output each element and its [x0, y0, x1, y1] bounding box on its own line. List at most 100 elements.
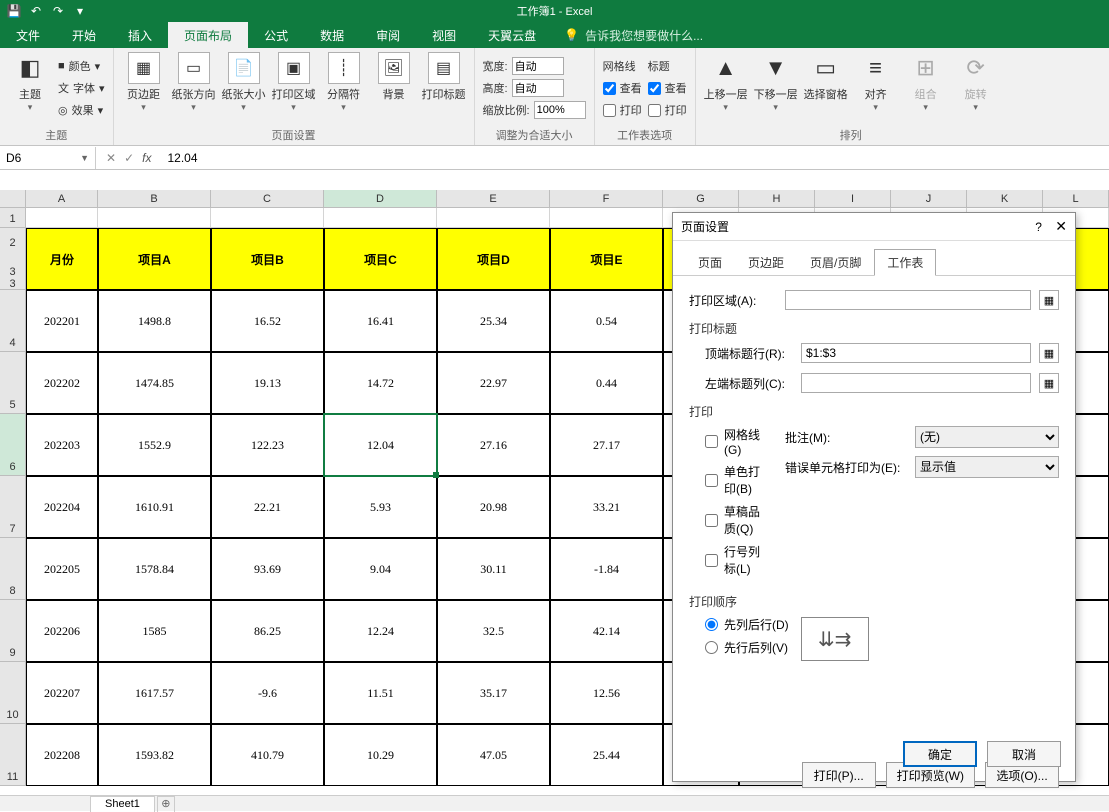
cell[interactable]: 33.21 [550, 476, 663, 538]
cell[interactable]: 122.23 [211, 414, 324, 476]
cell[interactable]: 202204 [26, 476, 98, 538]
dialog-close-icon[interactable]: ✕ [1055, 218, 1067, 234]
row-header[interactable]: 5 [0, 352, 26, 414]
cell[interactable]: 16.52 [211, 290, 324, 352]
cell[interactable]: 14.72 [324, 352, 437, 414]
add-sheet-button[interactable]: ⊕ [157, 796, 175, 812]
dialog-tab-header-footer[interactable]: 页眉/页脚 [797, 249, 874, 275]
breaks-button[interactable]: ┊分隔符 [322, 52, 366, 113]
colors-button[interactable]: ■颜色▾ [58, 56, 105, 76]
cell[interactable]: 12.56 [550, 662, 663, 724]
bw-check[interactable] [705, 474, 718, 487]
cell[interactable]: 22.21 [211, 476, 324, 538]
cancel-button[interactable]: 取消 [987, 741, 1061, 767]
orientation-button[interactable]: ▭纸张方向 [172, 52, 216, 113]
dialog-help-icon[interactable]: ? [1035, 220, 1042, 234]
col-header-G[interactable]: G [663, 190, 739, 207]
cell[interactable]: 20.98 [437, 476, 550, 538]
margins-button[interactable]: ▦页边距 [122, 52, 166, 113]
cell[interactable]: 1610.91 [98, 476, 211, 538]
col-header-D[interactable]: D [324, 190, 437, 207]
cell[interactable]: 1552.9 [98, 414, 211, 476]
cell[interactable]: 25.34 [437, 290, 550, 352]
cell[interactable]: 93.69 [211, 538, 324, 600]
tab-data[interactable]: 数据 [304, 22, 360, 48]
cell[interactable]: 1585 [98, 600, 211, 662]
select-all-corner[interactable] [0, 190, 26, 207]
cell[interactable]: 1474.85 [98, 352, 211, 414]
fonts-button[interactable]: 文字体▾ [58, 78, 105, 98]
cell[interactable]: 25.44 [550, 724, 663, 786]
cell[interactable]: 22.97 [437, 352, 550, 414]
cell[interactable]: 19.13 [211, 352, 324, 414]
tab-home[interactable]: 开始 [56, 22, 112, 48]
down-over-radio[interactable] [705, 618, 718, 631]
name-box-dropdown-icon[interactable]: ▼ [80, 153, 89, 163]
ok-button[interactable]: 确定 [903, 741, 977, 767]
cell[interactable]: 202202 [26, 352, 98, 414]
col-header-F[interactable]: F [550, 190, 663, 207]
cell[interactable]: 42.14 [550, 600, 663, 662]
cell[interactable]: 202206 [26, 600, 98, 662]
cell[interactable]: -9.6 [211, 662, 324, 724]
fx-icon[interactable]: fx [142, 151, 151, 165]
cell[interactable] [211, 208, 324, 228]
errors-select[interactable]: 显示值 [915, 456, 1059, 478]
col-header-C[interactable]: C [211, 190, 324, 207]
cell[interactable]: 35.17 [437, 662, 550, 724]
save-icon[interactable]: 💾 [6, 3, 22, 19]
cell[interactable]: 32.5 [437, 600, 550, 662]
cell[interactable]: 项目B [211, 228, 324, 290]
dialog-tab-sheet[interactable]: 工作表 [874, 249, 936, 276]
row-header[interactable]: 7 [0, 476, 26, 538]
dialog-tab-page[interactable]: 页面 [685, 249, 735, 275]
cell[interactable]: 27.16 [437, 414, 550, 476]
cell[interactable]: 0.54 [550, 290, 663, 352]
cell[interactable]: 9.04 [324, 538, 437, 600]
row-header[interactable]: 10 [0, 662, 26, 724]
cell[interactable] [98, 208, 211, 228]
cell[interactable]: 202205 [26, 538, 98, 600]
row-header[interactable]: 8 [0, 538, 26, 600]
cell[interactable] [550, 208, 663, 228]
tab-view[interactable]: 视图 [416, 22, 472, 48]
print-area-picker-icon[interactable]: ▦ [1039, 290, 1059, 310]
cell[interactable]: 1578.84 [98, 538, 211, 600]
cell[interactable]: 1498.8 [98, 290, 211, 352]
headings-view-check[interactable] [648, 82, 661, 95]
cell[interactable]: 202207 [26, 662, 98, 724]
effects-button[interactable]: ◎效果▾ [58, 100, 105, 120]
cell[interactable]: 410.79 [211, 724, 324, 786]
height-input[interactable] [512, 79, 564, 97]
cell[interactable] [26, 208, 98, 228]
left-cols-picker-icon[interactable]: ▦ [1039, 373, 1059, 393]
cell[interactable]: 16.41 [324, 290, 437, 352]
gridlines-view-check[interactable] [603, 82, 616, 95]
selection-pane-button[interactable]: ▭选择窗格 [804, 52, 848, 102]
col-header-H[interactable]: H [739, 190, 815, 207]
cell[interactable]: 30.11 [437, 538, 550, 600]
redo-icon[interactable]: ↷ [50, 3, 66, 19]
col-header-E[interactable]: E [437, 190, 550, 207]
bring-forward-button[interactable]: ▲上移一层 [704, 52, 748, 113]
gridlines-check[interactable] [705, 435, 718, 448]
tab-cloud[interactable]: 天翼云盘 [472, 22, 552, 48]
tell-me-search[interactable]: 💡 告诉我您想要做什么... [552, 22, 703, 48]
background-button[interactable]: 🖼背景 [372, 52, 416, 102]
tab-file[interactable]: 文件 [0, 22, 56, 48]
qat-dropdown-icon[interactable]: ▾ [72, 3, 88, 19]
cell[interactable] [437, 208, 550, 228]
tab-page-layout[interactable]: 页面布局 [168, 22, 248, 48]
formula-input[interactable]: 12.04 [161, 149, 1109, 167]
cell[interactable]: 0.44 [550, 352, 663, 414]
cell[interactable]: 11.51 [324, 662, 437, 724]
tab-insert[interactable]: 插入 [112, 22, 168, 48]
tab-formulas[interactable]: 公式 [248, 22, 304, 48]
dialog-title-bar[interactable]: 页面设置 ? ✕ [673, 213, 1075, 241]
cell[interactable]: 1617.57 [98, 662, 211, 724]
col-header-L[interactable]: L [1043, 190, 1109, 207]
cell[interactable]: 1593.82 [98, 724, 211, 786]
sheet-tab[interactable]: Sheet1 [90, 796, 155, 812]
cell[interactable]: -1.84 [550, 538, 663, 600]
cell[interactable]: 月份 [26, 228, 98, 290]
